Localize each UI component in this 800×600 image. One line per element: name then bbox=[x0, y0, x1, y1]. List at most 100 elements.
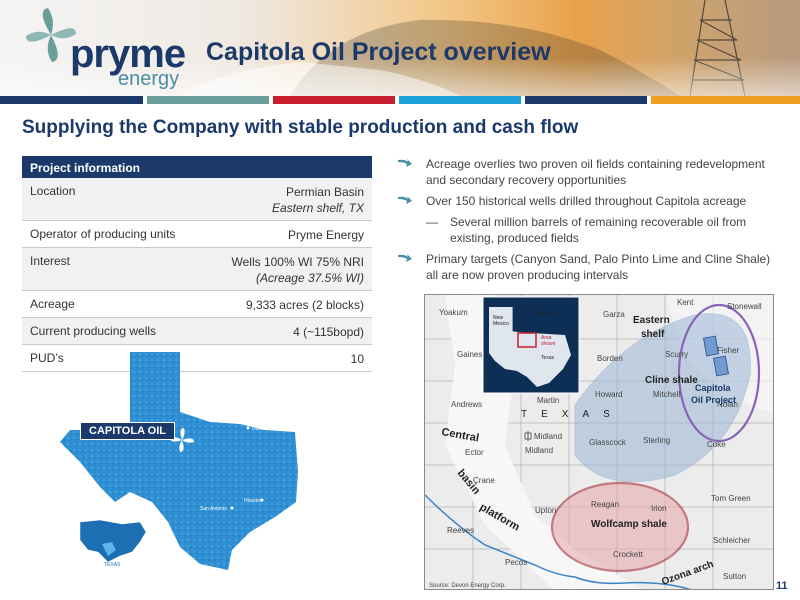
county-stonewall: Stonewall bbox=[727, 302, 762, 311]
inset-label-mexico: Mexico bbox=[493, 321, 509, 327]
county-glasscock: Glasscock bbox=[589, 438, 627, 447]
row-label: Location bbox=[30, 184, 76, 198]
county-sterling: Sterling bbox=[643, 436, 670, 445]
capitola-block-2 bbox=[713, 355, 729, 377]
row-value: Pryme Energy bbox=[288, 227, 364, 243]
color-band-teal bbox=[147, 96, 269, 104]
bullet-arrow-icon bbox=[398, 159, 412, 167]
county-yoakum: Yoakum bbox=[439, 308, 468, 317]
color-band-navy bbox=[0, 96, 143, 104]
county-ector: Ector bbox=[465, 448, 484, 457]
inset-label-oklahoma: Oklahoma bbox=[533, 311, 556, 317]
row-value-main: 9,333 acres (2 blocks) bbox=[245, 298, 364, 312]
eastern-shelf-label-2: shelf bbox=[641, 329, 665, 340]
county-garza: Garza bbox=[603, 310, 625, 319]
county-borden: Borden bbox=[597, 354, 623, 363]
table-row: Operator of producing units Pryme Energy bbox=[22, 221, 372, 248]
inset-label-texas-state: Texas bbox=[541, 355, 555, 361]
county-mitchell: Mitchell bbox=[653, 390, 680, 399]
city-label-dallas: Dallas bbox=[252, 426, 266, 432]
capitola-project-label-2: Oil Project bbox=[691, 395, 736, 405]
texas-letters-label: TEXAS bbox=[521, 409, 624, 420]
county-fisher: Fisher bbox=[717, 346, 740, 355]
county-irion: Irion bbox=[651, 504, 667, 513]
row-value-main: Wells 100% WI 75% NRI bbox=[231, 255, 365, 269]
capitola-oil-callout: CAPITOLA OIL bbox=[80, 422, 175, 440]
table-row: Current producing wells 4 (~115bopd) bbox=[22, 318, 372, 345]
key-points-list: Acreage overlies two proven oil fields c… bbox=[398, 156, 778, 288]
inset-label-shown: shown bbox=[541, 341, 556, 347]
county-martin: Martin bbox=[537, 396, 559, 405]
bullet-item: Primary targets (Canyon Sand, Palo Pinto… bbox=[398, 251, 778, 283]
table-row: Location Permian Basin Eastern shelf, TX bbox=[22, 178, 372, 221]
page-number: 11 bbox=[776, 580, 788, 592]
county-scurry: Scurry bbox=[665, 350, 688, 359]
slide-subtitle: Supplying the Company with stable produc… bbox=[22, 117, 579, 138]
row-value: 9,333 acres (2 blocks) bbox=[246, 297, 364, 313]
table-row: Acreage 9,333 acres (2 blocks) bbox=[22, 291, 372, 318]
locator-inset-map: New Mexico Oklahoma Texas Area shown bbox=[482, 296, 580, 394]
row-value-main: 10 bbox=[350, 352, 364, 366]
county-coke: Coke bbox=[707, 440, 726, 449]
county-kent: Kent bbox=[677, 298, 694, 307]
bullet-arrow-icon bbox=[398, 196, 412, 204]
bullet-text: Several million barrels of remaining rec… bbox=[450, 215, 747, 245]
bullet-item: — Several million barrels of remaining re… bbox=[398, 214, 778, 246]
row-value-main: 4 (~115bopd) bbox=[293, 325, 364, 339]
row-label: Current producing wells bbox=[30, 324, 157, 338]
color-band-navy-2 bbox=[525, 96, 647, 104]
map-source-note: Source: Devon Energy Corp. bbox=[429, 583, 506, 589]
capitola-project-label-1: Capitola bbox=[695, 383, 731, 393]
row-label: Operator of producing units bbox=[30, 227, 176, 241]
page-title: Capitola Oil Project overview bbox=[206, 38, 551, 66]
county-gaines: Gaines bbox=[457, 350, 482, 359]
color-band-orange bbox=[651, 96, 800, 104]
project-information-table: Project information Location Permian Basi… bbox=[22, 156, 372, 372]
pryme-energy-logo: pryme energy bbox=[26, 8, 196, 90]
table-row: Interest Wells 100% WI 75% NRI (Acreage 37… bbox=[22, 248, 372, 291]
us-inset-map: TEXAS bbox=[79, 519, 147, 568]
eastern-shelf-label-1: Eastern bbox=[633, 315, 670, 326]
row-value-main: Pryme Energy bbox=[287, 228, 364, 242]
logo-wordmark-energy: energy bbox=[118, 68, 180, 90]
row-value-main: Permian Basin bbox=[285, 185, 364, 199]
bullet-text: Primary targets (Canyon Sand, Palo Pinto… bbox=[426, 252, 771, 282]
midland-city-icon bbox=[524, 431, 532, 441]
county-reeves: Reeves bbox=[447, 526, 474, 535]
row-label: PUD’s bbox=[30, 351, 64, 365]
pinwheel-logo-icon bbox=[26, 8, 76, 62]
color-band-cyan bbox=[399, 96, 521, 104]
row-value: Permian Basin Eastern shelf, TX bbox=[272, 184, 364, 216]
color-band-red bbox=[273, 96, 395, 104]
city-label-san-antonio: San Antonio bbox=[200, 506, 227, 512]
bullet-item: Over 150 historical wells drilled throug… bbox=[398, 193, 778, 209]
county-schleicher: Schleicher bbox=[713, 536, 751, 545]
county-reagan: Reagan bbox=[591, 500, 619, 509]
county-sutton: Sutton bbox=[723, 572, 746, 581]
county-tom-green: Tom Green bbox=[711, 494, 751, 503]
row-value-sub: Eastern shelf, TX bbox=[271, 201, 364, 215]
row-value: 10 bbox=[351, 351, 364, 367]
wolfcamp-shale-label: Wolfcamp shale bbox=[591, 519, 667, 530]
row-label: Acreage bbox=[30, 297, 75, 311]
city-label-houston: Houston bbox=[244, 498, 263, 504]
row-value: Wells 100% WI 75% NRI (Acreage 37.5% WI) bbox=[232, 254, 365, 286]
table-header: Project information bbox=[22, 156, 372, 178]
row-value-sub: (Acreage 37.5% WI) bbox=[255, 271, 364, 285]
midland-label: Midland bbox=[534, 432, 562, 441]
bullet-arrow-icon bbox=[398, 254, 412, 262]
bullet-text: Over 150 historical wells drilled throug… bbox=[426, 194, 747, 208]
county-crockett: Crockett bbox=[613, 550, 644, 559]
row-label: Interest bbox=[30, 254, 71, 268]
cline-shale-label: Cline shale bbox=[645, 375, 698, 386]
county-upton: Upton bbox=[535, 506, 556, 515]
ozona-arch-label: Ozona arch bbox=[660, 559, 715, 588]
bullet-item: Acreage overlies two proven oil fields c… bbox=[398, 156, 778, 188]
row-value: 4 (~115bopd) bbox=[293, 324, 364, 340]
inset-label-texas: TEXAS bbox=[104, 562, 121, 568]
county-andrews: Andrews bbox=[451, 400, 482, 409]
header: pryme energy Capitola Oil Project overvi… bbox=[0, 0, 800, 96]
bullet-text: Acreage overlies two proven oil fields c… bbox=[426, 157, 765, 187]
county-howard: Howard bbox=[595, 390, 623, 399]
bullet-dash-icon: — bbox=[426, 215, 438, 229]
